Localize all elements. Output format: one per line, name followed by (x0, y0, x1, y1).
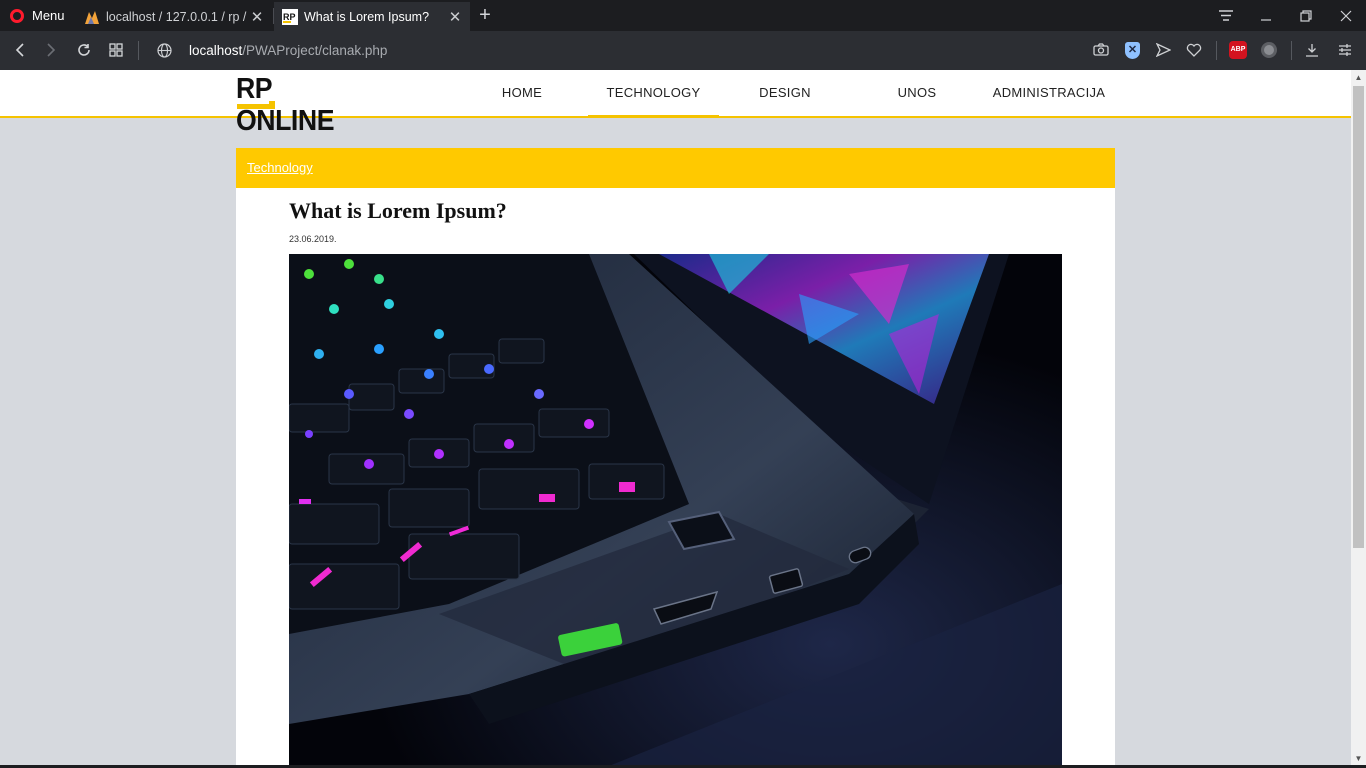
article-title: What is Lorem Ipsum? (289, 198, 507, 223)
speed-dial-icon[interactable] (102, 31, 130, 70)
minimize-button[interactable] (1246, 0, 1286, 31)
nav-administracija[interactable]: ADMINISTRACIJA (990, 70, 1108, 116)
close-window-button[interactable] (1326, 0, 1366, 31)
url-field[interactable]: localhost/PWAProject/clanak.php (189, 31, 387, 70)
opera-menu-button[interactable]: Menu (0, 0, 74, 31)
phpmyadmin-favicon-icon (85, 10, 99, 24)
snapshot-camera-icon[interactable] (1090, 39, 1112, 61)
site-logo[interactable]: RP ONLINE (236, 73, 386, 137)
article-date: 23.06.2019. (289, 234, 337, 244)
tab-phpmyadmin[interactable]: localhost / 127.0.0.1 / rp / k ✕ (76, 2, 272, 31)
easy-setup-icon[interactable] (1334, 39, 1356, 61)
nav-design[interactable]: DESIGN (751, 70, 819, 116)
forward-icon[interactable] (37, 31, 65, 70)
tab-title: localhost / 127.0.0.1 / rp / k (106, 9, 250, 24)
globe-icon[interactable] (150, 31, 178, 70)
opera-logo-icon (10, 8, 24, 23)
new-tab-button[interactable]: + (474, 2, 496, 30)
download-icon[interactable] (1301, 39, 1323, 61)
article-card: Technology What is Lorem Ipsum? 23.06.20… (236, 148, 1115, 768)
adblock-plus-icon[interactable]: ABP (1229, 41, 1247, 59)
nav-technology[interactable]: TECHNOLOGY (588, 70, 719, 118)
menu-label: Menu (32, 8, 65, 23)
shield-extension-icon[interactable]: ✕ (1125, 42, 1140, 59)
logo-accent (269, 101, 275, 105)
tab-article-active[interactable]: RP What is Lorem Ipsum? ✕ (274, 2, 470, 31)
article-image-laptop (289, 254, 1062, 768)
nav-unos[interactable]: UNOS (883, 70, 951, 116)
tab-title: What is Lorem Ipsum? (304, 9, 430, 24)
scroll-up-icon[interactable]: ▲ (1351, 70, 1366, 85)
back-icon[interactable] (6, 31, 34, 70)
tab-close-icon[interactable]: ✕ (448, 8, 462, 26)
browser-tab-bar: Menu localhost / 127.0.0.1 / rp / k ✕ RP… (0, 0, 1366, 31)
svg-text:RP: RP (283, 12, 296, 22)
category-bar: Technology (236, 148, 1115, 188)
toolbar-divider (1291, 41, 1292, 60)
send-arrow-icon[interactable] (1152, 39, 1174, 61)
nav-home[interactable]: HOME (488, 70, 556, 116)
tab-menu-icon[interactable] (1206, 0, 1246, 31)
site-header: RP ONLINE HOME TECHNOLOGY DESIGN UNOS AD… (0, 70, 1351, 137)
toolbar-divider (138, 41, 139, 60)
page-scrollbar[interactable]: ▲ ▼ (1351, 70, 1366, 768)
toolbar-divider (1216, 41, 1217, 60)
scroll-down-icon[interactable]: ▼ (1351, 751, 1366, 766)
rp-favicon-icon: RP (282, 8, 298, 25)
tab-close-icon[interactable]: ✕ (250, 8, 264, 26)
extension-circle-icon[interactable] (1261, 42, 1277, 58)
browser-address-bar: localhost/PWAProject/clanak.php ✕ ABP (0, 31, 1366, 70)
laptop-illustration (289, 254, 1062, 768)
scroll-thumb[interactable] (1353, 86, 1364, 548)
url-path: /PWAProject/clanak.php (242, 43, 388, 58)
category-link[interactable]: Technology (247, 160, 313, 175)
page-viewport: RP ONLINE HOME TECHNOLOGY DESIGN UNOS AD… (0, 70, 1351, 768)
restore-button[interactable] (1286, 0, 1326, 31)
heart-bookmark-icon[interactable] (1183, 39, 1205, 61)
url-host: localhost (189, 43, 243, 58)
reload-icon[interactable] (70, 31, 98, 70)
